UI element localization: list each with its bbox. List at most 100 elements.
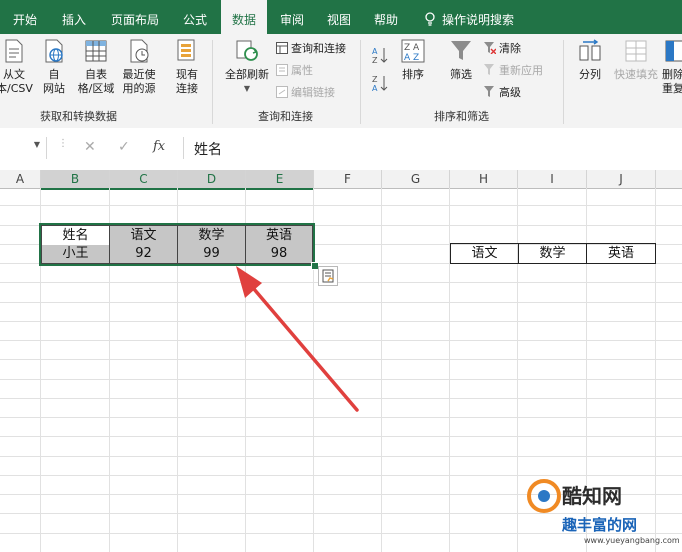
- tab-page-layout[interactable]: 页面布局: [100, 0, 170, 34]
- queries-connections-button[interactable]: 查询和连接: [276, 40, 346, 57]
- group-separator: [360, 40, 361, 124]
- reapply-label: 重新应用: [499, 64, 543, 77]
- cancel-icon[interactable]: ✕: [84, 139, 96, 155]
- advanced-label: 高级: [499, 86, 521, 99]
- flash-fill-button[interactable]: 快速填充: [610, 38, 662, 82]
- tab-review[interactable]: 审阅: [270, 0, 314, 34]
- text-file-icon: [1, 38, 27, 64]
- text-to-columns-button[interactable]: 分列: [572, 38, 608, 82]
- from-table-label-1: 自表: [85, 68, 107, 81]
- tab-insert[interactable]: 插入: [50, 0, 98, 34]
- table-icon: [83, 38, 109, 64]
- recent-clock-icon: [126, 38, 152, 64]
- existing-connections-button[interactable]: 现有 连接: [170, 38, 204, 96]
- reapply-button[interactable]: 重新应用: [484, 62, 543, 79]
- sort-az-button[interactable]: AZ: [372, 46, 388, 65]
- remove-duplicates-icon: [664, 38, 682, 64]
- clear-label: 清除: [499, 42, 521, 55]
- flash-fill-label: 快速填充: [614, 68, 658, 81]
- group-label-queries: 查询和连接: [258, 110, 313, 123]
- refresh-icon: [234, 38, 260, 64]
- ribbon-tab-bar: 开始 插入 页面布局 公式 数据 审阅 视图 帮助 操作说明搜索: [0, 0, 682, 36]
- remove-dup-label-1: 删除: [662, 68, 682, 81]
- refresh-all-button[interactable]: 全部刷新 ▼: [222, 38, 272, 96]
- formula-input[interactable]: 姓名: [183, 137, 682, 159]
- from-text-csv-button[interactable]: 从文 本/CSV: [0, 38, 33, 96]
- formula-bar-grip-icon: ⋮: [58, 138, 68, 149]
- tab-data[interactable]: 数据: [221, 0, 267, 36]
- from-web-label-2: 网站: [43, 82, 65, 95]
- svg-text:Z A: Z A: [404, 43, 420, 53]
- edit-links-label: 编辑链接: [291, 86, 335, 99]
- watermark-title: 酷知网: [562, 484, 622, 508]
- from-table-label-2: 格/区域: [77, 82, 115, 95]
- split-columns-icon: [577, 38, 603, 64]
- properties-label: 属性: [291, 64, 313, 77]
- formula-buttons: ✕ ✓ fx: [76, 137, 176, 159]
- formula-content: 姓名: [194, 142, 222, 158]
- worksheet-grid[interactable]: A B C D E F G H I J 姓名 语文 数学 英语 小王 92 99…: [0, 170, 682, 552]
- flash-fill-icon: [623, 38, 649, 64]
- tell-me-search[interactable]: 操作说明搜索: [424, 0, 534, 34]
- recent-sources-label-1: 最近使: [122, 68, 156, 81]
- svg-text:Z: Z: [372, 75, 378, 84]
- tab-home[interactable]: 开始: [0, 0, 50, 34]
- name-box[interactable]: ▼: [0, 137, 47, 159]
- connections-icon: [174, 38, 200, 64]
- advanced-filter-button[interactable]: 高级: [484, 84, 521, 101]
- remove-dup-label-2: 重复: [662, 82, 682, 95]
- name-box-dropdown-icon[interactable]: ▼: [34, 140, 40, 149]
- properties-icon: [276, 64, 288, 76]
- recent-sources-button[interactable]: 最近使 用的源: [118, 38, 160, 96]
- refresh-dropdown-icon[interactable]: ▼: [222, 82, 272, 96]
- sort-ascending-icon: AZ: [372, 47, 388, 65]
- group-label-sort-filter: 排序和筛选: [434, 110, 489, 123]
- watermark-subtitle: 趣丰富的网: [562, 516, 638, 534]
- filter-button[interactable]: 筛选: [444, 38, 478, 82]
- query-pane-icon: [276, 42, 288, 54]
- tab-help[interactable]: 帮助: [364, 0, 408, 34]
- existing-label-2: 连接: [176, 82, 198, 95]
- formula-bar: ▼ ⋮ ✕ ✓ fx 姓名: [0, 128, 682, 171]
- from-text-label-2: 本/CSV: [0, 82, 33, 95]
- existing-label-1: 现有: [176, 68, 198, 81]
- properties-button[interactable]: 属性: [276, 62, 313, 79]
- sort-label: 排序: [402, 68, 424, 81]
- from-web-label-1: 自: [48, 68, 60, 81]
- svg-text:A: A: [372, 47, 378, 56]
- sort-dialog-icon: Z AA Z: [400, 38, 426, 64]
- clear-filter-button[interactable]: 清除: [484, 40, 521, 57]
- from-table-range-button[interactable]: 自表 格/区域: [76, 38, 116, 96]
- split-label: 分列: [579, 68, 601, 81]
- refresh-all-label: 全部刷新: [225, 68, 269, 81]
- tab-formulas[interactable]: 公式: [172, 0, 218, 34]
- enter-check-icon[interactable]: ✓: [118, 139, 130, 155]
- watermark: 酷知网 趣丰富的网 www.yueyangbang.com: [520, 470, 682, 552]
- ribbon: 从文 本/CSV 自 网站 自表 格/区域 最近使 用的源 现有 连接 获取和转…: [0, 34, 682, 129]
- group-label-get-transform: 获取和转换数据: [40, 110, 117, 123]
- svg-text:A: A: [372, 84, 378, 92]
- sort-descending-icon: ZA: [372, 75, 388, 93]
- tell-me-label: 操作说明搜索: [442, 13, 515, 27]
- from-web-button[interactable]: 自 网站: [38, 38, 70, 96]
- sort-button[interactable]: Z AA Z 排序: [396, 38, 430, 82]
- lightbulb-icon: [425, 12, 435, 26]
- recent-sources-label-2: 用的源: [122, 82, 156, 95]
- insert-function-icon[interactable]: fx: [153, 139, 165, 154]
- reapply-icon: [484, 64, 496, 76]
- advanced-filter-icon: [484, 86, 496, 98]
- group-separator: [212, 40, 213, 124]
- tab-view[interactable]: 视图: [317, 0, 361, 34]
- svg-text:Z: Z: [372, 56, 378, 64]
- web-icon: [41, 38, 67, 64]
- group-separator: [563, 40, 564, 124]
- link-icon: [276, 86, 288, 98]
- sort-za-button[interactable]: ZA: [372, 74, 388, 93]
- remove-duplicates-button[interactable]: 删除 重复: [662, 38, 682, 96]
- edit-links-button[interactable]: 编辑链接: [276, 84, 335, 101]
- filter-label: 筛选: [450, 68, 472, 81]
- watermark-url: www.yueyangbang.com: [584, 536, 680, 545]
- svg-text:A Z: A Z: [404, 53, 419, 63]
- clear-filter-icon: [484, 42, 497, 55]
- watermark-logo-icon: [527, 479, 561, 513]
